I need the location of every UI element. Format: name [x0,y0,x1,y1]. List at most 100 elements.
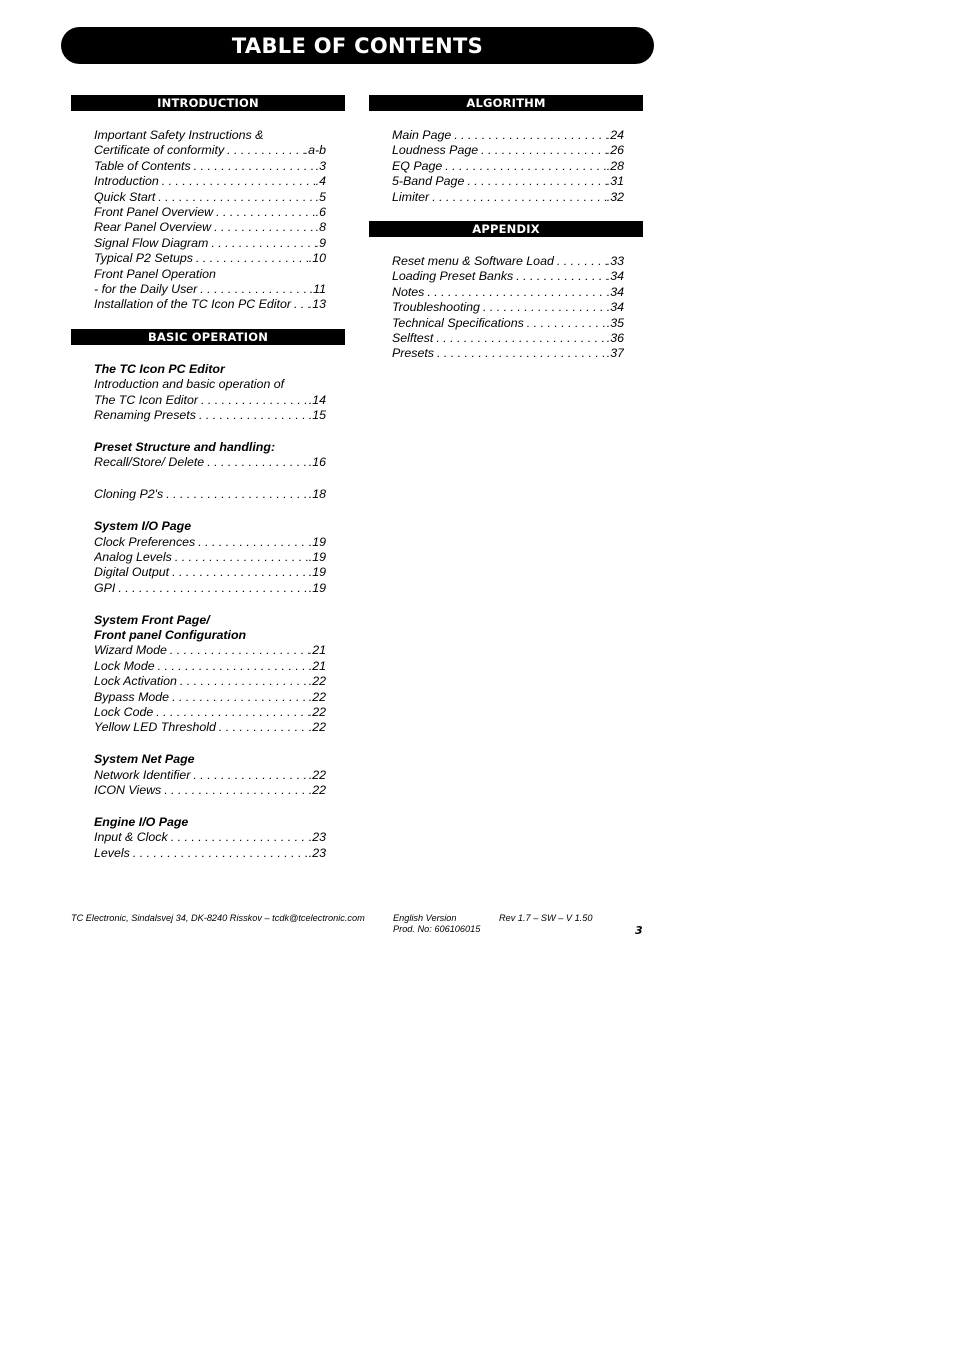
toc-entry-title: Quick Start [94,189,156,204]
toc-entry-title: Rear Panel Overview [94,220,212,235]
toc-entry[interactable]: Typical P2 Setups .10 [94,251,326,266]
toc-entry[interactable]: EQ Page .28 [392,159,624,174]
toc-entry-title: Lock Activation [94,674,177,689]
toc-entry[interactable]: Network Identifier .22 [94,768,326,783]
toc-entry[interactable]: Cloning P2's .18 [94,487,326,502]
toc-text-line: Important Safety Instructions & [94,128,326,143]
toc-entry[interactable]: Technical Specifications .35 [392,316,624,331]
toc-entry-title: Wizard Mode [94,643,167,658]
toc-line-text: Engine I/O Page [94,814,189,829]
toc-entry-title: Lock Mode [94,658,155,673]
toc-entry-title: Input & Clock [94,830,168,845]
toc-entry[interactable]: Front Panel Overview .6 [94,205,326,220]
toc-subheading: System Front Page/ [94,613,326,628]
toc-entry[interactable]: Bypass Mode .22 [94,690,326,705]
toc-entry[interactable]: Renaming Presets .15 [94,408,326,423]
toc-entry-page: .14 [308,392,326,407]
toc-entry-page: .10 [308,251,326,266]
toc-entry-page: .24 [606,128,624,142]
dot-leader [200,282,309,297]
toc-entry[interactable]: The TC Icon Editor .14 [94,393,326,408]
toc-entry[interactable]: Input & Clock .23 [94,830,326,845]
toc-line-text: Important Safety Instructions & [94,128,264,142]
dot-leader [201,393,309,408]
toc-entry-title: EQ Page [392,158,443,173]
toc-entry[interactable]: Notes .34 [392,285,624,300]
toc-entry-title: Reset menu & Software Load [392,254,554,268]
toc-entry-page: .31 [606,174,624,189]
toc-entry[interactable]: - for the Daily User .11 [94,282,326,297]
footer-revision: Rev 1.7 – SW – V 1.50 [499,913,593,923]
toc-entry-page: .19 [308,550,326,565]
toc-text-line: Introduction and basic operation of [94,377,326,392]
toc-entry[interactable]: Rear Panel Overview .8 [94,220,326,235]
toc-entry-title: Notes [392,284,425,299]
toc-entry[interactable]: Lock Code .22 [94,705,326,720]
dot-leader [162,174,316,189]
dot-leader [193,768,308,783]
toc-entry-title: Renaming Presets [94,408,196,423]
toc-entry[interactable]: Analog Levels .19 [94,550,326,565]
dot-leader [516,269,607,284]
toc-entry[interactable]: ICON Views .22 [94,783,326,798]
dot-leader [483,300,607,315]
dot-leader [432,190,607,205]
toc-entry[interactable]: Main Page .24 [392,128,624,143]
toc-entry-page: .3 [315,158,326,173]
toc-entry-page: .35 [606,315,624,330]
toc-list-basic-operation: The TC Icon PC Editor Introduction and ba… [94,362,326,861]
toc-entry-title: Technical Specifications [392,315,524,330]
toc-entry-page: .6 [315,204,326,219]
toc-entry[interactable]: Digital Output .19 [94,565,326,580]
toc-entry-title: Yellow LED Threshold [94,720,216,735]
toc-entry-page: .22 [308,689,326,704]
toc-entry[interactable]: Clock Preferences .19 [94,535,326,550]
toc-entry-title: The TC Icon Editor [94,392,198,407]
toc-entry-title: Limiter [392,189,430,204]
toc-entry-page: .19 [308,580,326,595]
toc-spacer [94,424,326,441]
section-header-algorithm: ALGORITHM [369,95,643,111]
toc-entry-page: .26 [606,143,624,158]
toc-entry[interactable]: Lock Mode .21 [94,659,326,674]
toc-list-introduction: Important Safety Instructions & Certifica… [94,128,326,313]
toc-line-text: Preset Structure and handling: [94,440,276,455]
toc-entry[interactable]: Loading Preset Banks .34 [392,269,624,284]
dot-leader [166,487,309,502]
toc-entry-page: .37 [606,346,624,361]
dot-leader [172,565,309,580]
toc-entry-title: Presets [392,346,435,361]
toc-entry[interactable]: Signal Flow Diagram .9 [94,236,326,251]
section-header-appendix: APPENDIX [369,221,643,237]
footer-prod-no: Prod. No: 606106015 [393,924,481,934]
dot-leader [454,128,607,143]
dot-leader [196,251,309,266]
toc-entry[interactable]: GPI .19 [94,581,326,596]
toc-entry[interactable]: Troubleshooting .34 [392,300,624,315]
toc-entry[interactable]: Table of Contents .3 [94,159,326,174]
toc-entry[interactable]: Reset menu & Software Load .33 [392,254,624,269]
toc-entry[interactable]: Levels .23 [94,846,326,861]
toc-entry[interactable]: Recall/Store/ Delete .16 [94,455,326,470]
dot-leader [199,408,309,423]
toc-entry-title: Certificate of conformity [94,143,225,158]
toc-entry[interactable]: Quick Start .5 [94,190,326,205]
toc-entry[interactable]: Yellow LED Threshold .22 [94,720,326,735]
toc-entry[interactable]: Loudness Page .26 [392,143,624,158]
dot-leader [437,346,607,361]
toc-entry[interactable]: 5-Band Page .31 [392,174,624,189]
toc-entry[interactable]: Introduction .4 [94,174,326,189]
toc-entry[interactable]: Wizard Mode .21 [94,643,326,658]
toc-entry[interactable]: Lock Activation .22 [94,674,326,689]
toc-entry-page: .19 [308,534,326,549]
toc-entry[interactable]: Limiter .32 [392,190,624,205]
toc-entry-title: Troubleshooting [392,300,480,315]
toc-entry[interactable]: Selftest .36 [392,331,624,346]
toc-entry[interactable]: Certificate of conformity .a-b [94,143,326,158]
toc-entry-page: .5 [315,189,326,204]
toc-entry-page: .9 [315,235,326,250]
toc-entry[interactable]: Presets .37 [392,346,624,361]
toc-entry[interactable]: Installation of the TC Icon PC Editor .13 [94,297,326,312]
toc-entry-page: .23 [308,845,326,860]
toc-entry-page: .8 [315,220,326,235]
